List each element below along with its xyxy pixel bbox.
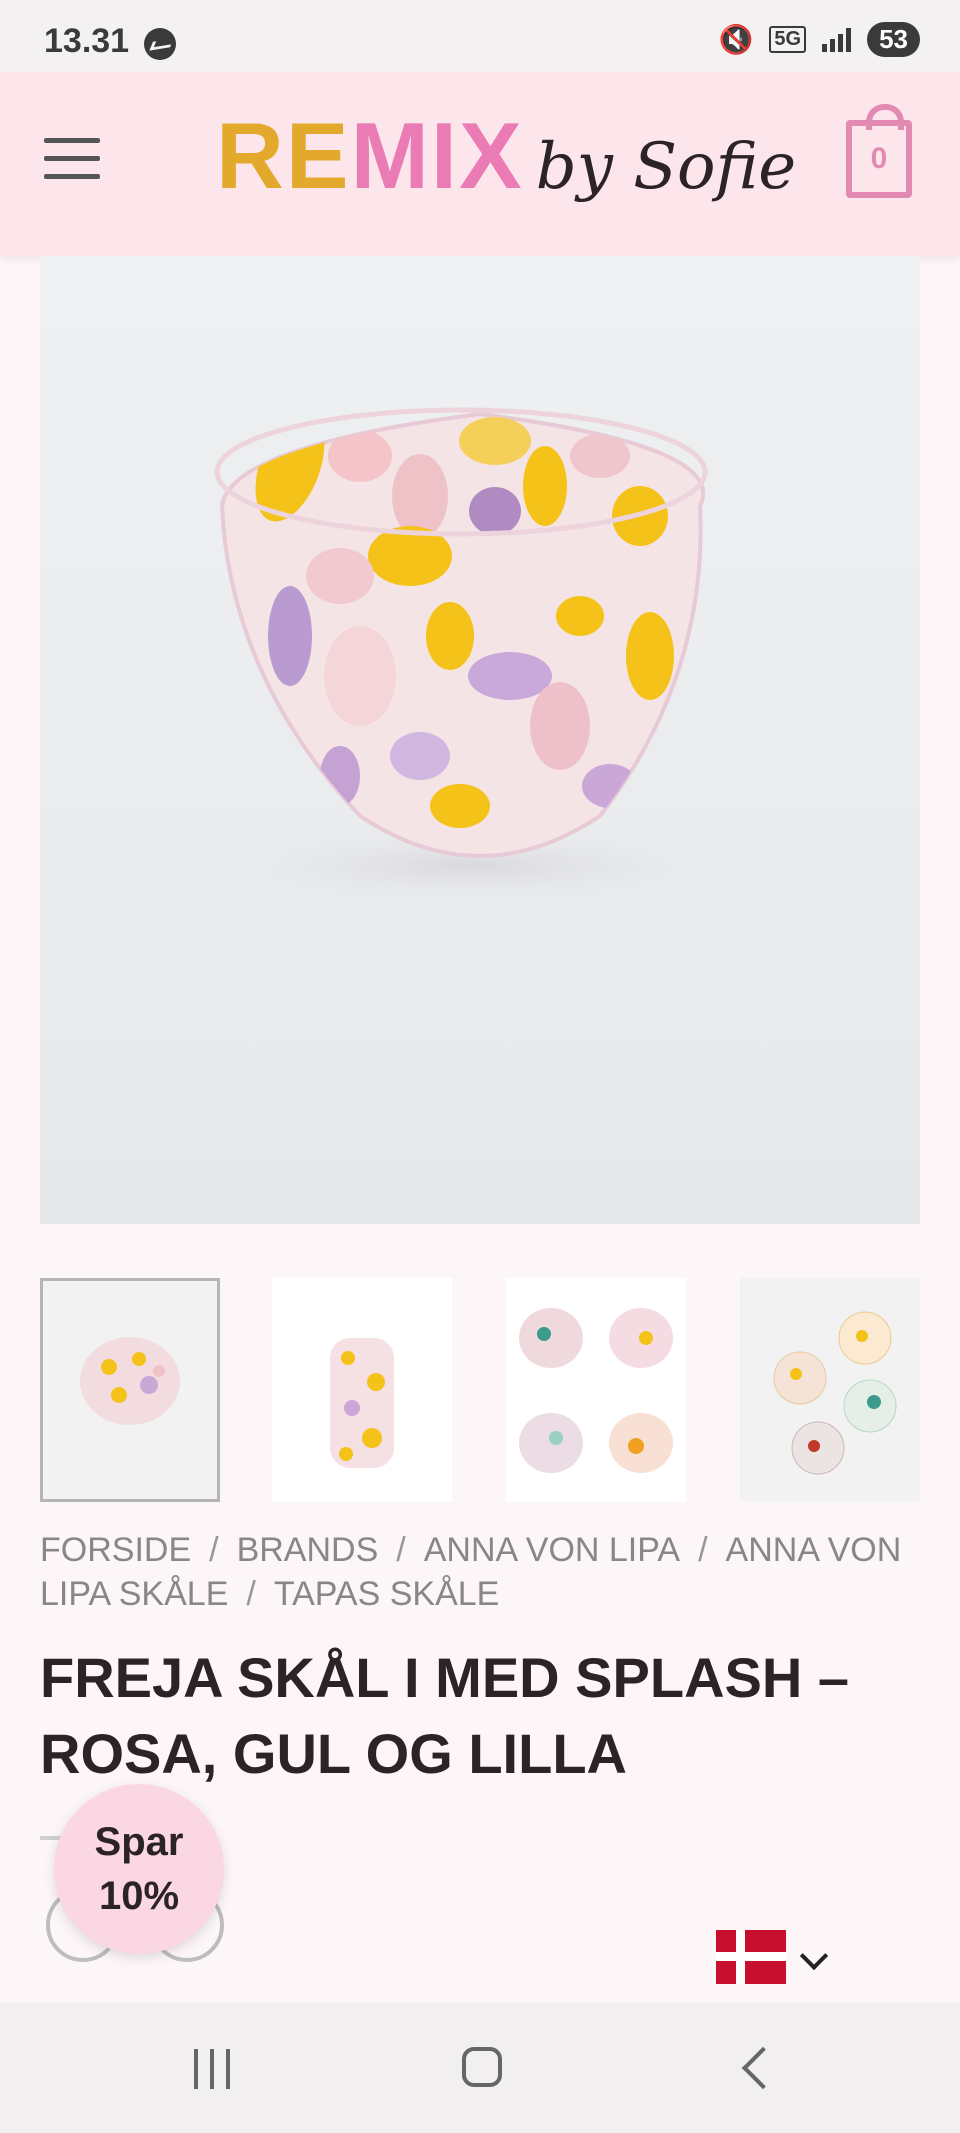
site-logo[interactable]: RE MIX by Sofie xyxy=(216,102,796,232)
messenger-icon xyxy=(144,28,176,60)
back-icon[interactable] xyxy=(741,2046,785,2090)
discount-badge-line2: 10% xyxy=(98,1874,180,1918)
cart-count: 0 xyxy=(870,142,888,175)
system-navigation-bar xyxy=(0,2003,960,2133)
status-bar: 13.31 🔇 5G 53 xyxy=(0,0,960,72)
main-product-image[interactable] xyxy=(40,256,920,1224)
breadcrumb: FORSIDE / BRANDS / ANNA VON LIPA / ANNA VON LI… xyxy=(40,1528,920,1616)
thumbnail-3[interactable] xyxy=(506,1278,686,1502)
breadcrumb-separator: / xyxy=(698,1531,708,1569)
status-icons: 🔇 5G 53 xyxy=(719,22,920,57)
signal-icon xyxy=(822,27,852,52)
discount-badge[interactable]: Spar 10% xyxy=(54,1784,224,1954)
home-icon[interactable] xyxy=(462,2047,502,2087)
mute-icon: 🔇 xyxy=(718,24,754,55)
site-header: RE MIX by Sofie 0 xyxy=(0,72,960,256)
thumbnail-3-image xyxy=(519,1308,673,1473)
thumbnail-4[interactable] xyxy=(740,1278,920,1502)
denmark-flag-icon[interactable] xyxy=(716,1930,786,1984)
thumbnail-2[interactable] xyxy=(272,1278,452,1502)
breadcrumb-item-forside[interactable]: FORSIDE xyxy=(40,1531,191,1569)
product-title: FREJA SKÅL I MED SPLASH – ROSA, GUL OG L… xyxy=(40,1646,850,1785)
network-5g-icon: 5G xyxy=(769,26,807,53)
logo-by-sofie: by Sofie xyxy=(535,130,797,204)
recent-apps-icon[interactable] xyxy=(194,2049,230,2089)
thumbnail-4-image xyxy=(740,1278,920,1502)
bowl-illustration xyxy=(210,407,730,906)
hamburger-menu-icon[interactable] xyxy=(44,138,100,182)
breadcrumb-separator: / xyxy=(209,1531,219,1569)
logo-mix: MIX xyxy=(350,103,524,208)
thumbnail-strip xyxy=(40,1278,920,1504)
breadcrumb-item-brands[interactable]: BRANDS xyxy=(237,1531,379,1569)
breadcrumb-separator: / xyxy=(246,1575,256,1613)
breadcrumb-separator: / xyxy=(396,1531,406,1569)
battery-icon: 53 xyxy=(867,22,920,57)
chevron-down-icon[interactable] xyxy=(799,1941,829,1971)
breadcrumb-item-anna-von-lipa[interactable]: ANNA VON LIPA xyxy=(424,1531,680,1569)
shopping-bag-icon[interactable]: 0 xyxy=(846,104,912,198)
status-time: 13.31 xyxy=(44,22,130,60)
thumbnail-2-image xyxy=(330,1338,394,1468)
breadcrumb-item-tapas-skale[interactable]: TAPAS SKÅLE xyxy=(274,1575,500,1613)
discount-badge-line1: Spar xyxy=(94,1820,184,1864)
thumbnail-1[interactable] xyxy=(40,1278,220,1502)
thumbnail-1-image xyxy=(80,1337,180,1425)
logo-re: RE xyxy=(216,103,351,208)
